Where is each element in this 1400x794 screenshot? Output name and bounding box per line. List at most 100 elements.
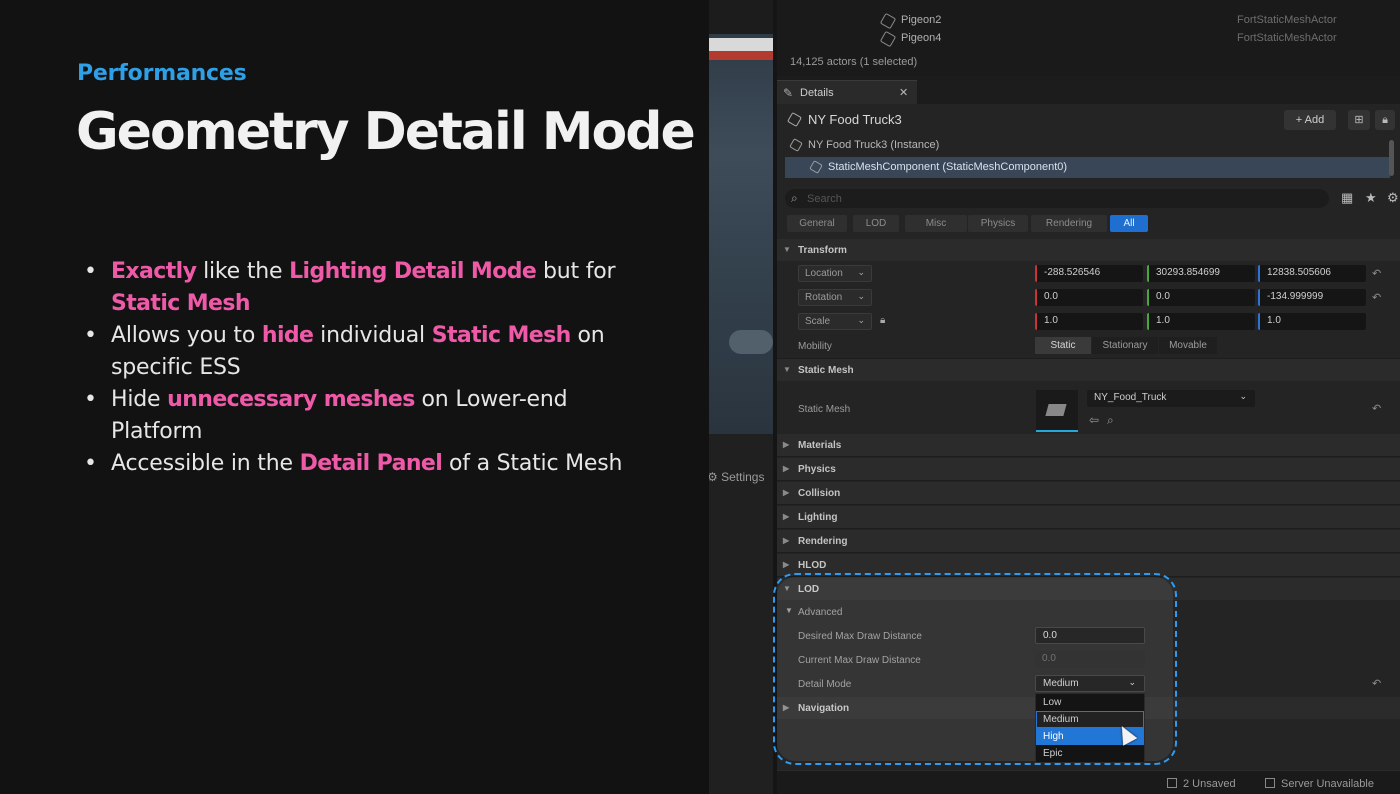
filter-general[interactable]: General bbox=[787, 215, 847, 232]
property-mobility: Mobility Static Stationary Movable bbox=[777, 334, 1400, 358]
rotation-z[interactable]: -134.999999 bbox=[1258, 289, 1366, 306]
mobility-movable[interactable]: Movable bbox=[1159, 337, 1217, 354]
detail-mode-option-low[interactable]: Low bbox=[1036, 694, 1144, 711]
section-lod[interactable]: ▼ LOD bbox=[777, 578, 1400, 600]
expand-arrow-icon: ▼ bbox=[783, 365, 791, 374]
settings-button[interactable]: ⚙ Settings bbox=[709, 470, 764, 484]
scale-y[interactable]: 1.0 bbox=[1147, 313, 1255, 330]
filter-physics[interactable]: Physics bbox=[968, 215, 1028, 232]
scale-dropdown[interactable]: Scale ⌄ bbox=[798, 313, 872, 330]
lock-icon[interactable]: 🔒︎ bbox=[1375, 110, 1395, 130]
mesh-thumbnail[interactable] bbox=[1036, 390, 1078, 432]
star-icon[interactable]: ★ bbox=[1365, 190, 1377, 206]
location-z[interactable]: 12838.505606 bbox=[1258, 265, 1366, 282]
editor-window: ⚙ Settings Pigeon2 FortStaticMeshActor P… bbox=[709, 0, 1400, 794]
bullet-item: Accessible in the Detail Panel of a Stat… bbox=[84, 448, 664, 480]
scale-z[interactable]: 1.0 bbox=[1258, 313, 1366, 330]
viewport-settings-bar: ⚙ Settings bbox=[709, 434, 773, 794]
component-row-instance[interactable]: NY Food Truck3 (Instance) bbox=[785, 135, 1390, 156]
bullet-text: but for bbox=[536, 259, 616, 284]
scale-x[interactable]: 1.0 bbox=[1035, 313, 1143, 330]
cube-icon bbox=[786, 111, 803, 128]
grid-view-icon[interactable]: ▦ bbox=[1341, 190, 1353, 206]
add-component-button[interactable]: + Add bbox=[1284, 110, 1336, 130]
reset-icon[interactable]: ↶ bbox=[1372, 291, 1381, 304]
search-icon: ⌕ bbox=[791, 191, 798, 205]
property-current-max-draw-distance: Current Max Draw Distance 0.0 bbox=[777, 648, 1400, 672]
location-x[interactable]: -288.526546 bbox=[1035, 265, 1143, 282]
highlighted-text: unnecessary meshes bbox=[167, 387, 415, 412]
chevron-down-icon: ⌄ bbox=[1239, 391, 1247, 401]
reset-icon[interactable]: ↶ bbox=[1372, 677, 1381, 690]
static-mesh-picker[interactable]: NY_Food_Truck ⌄ bbox=[1087, 390, 1255, 407]
viewport-boat bbox=[709, 38, 773, 60]
section-rendering[interactable]: ▶ Rendering bbox=[777, 530, 1400, 552]
expand-arrow-icon: ▶ bbox=[783, 440, 790, 449]
outliner-row-name: Pigeon4 bbox=[901, 32, 942, 44]
slide-panel: Performances Geometry Detail Mode Exactl… bbox=[0, 0, 709, 794]
chevron-down-icon: ⌄ bbox=[857, 267, 865, 277]
detail-mode-dropdown[interactable]: Medium ⌄ bbox=[1035, 675, 1145, 692]
outliner-row[interactable]: Pigeon4 FortStaticMeshActor bbox=[777, 30, 1400, 48]
server-status[interactable]: Server Unavailable bbox=[1265, 778, 1374, 790]
bullet-item: Allows you to hide individual Static Mes… bbox=[84, 320, 664, 384]
chevron-down-icon: ⌄ bbox=[857, 291, 865, 301]
tab-details[interactable]: ✎ Details ✕ bbox=[777, 80, 917, 104]
section-collision[interactable]: ▶ Collision bbox=[777, 482, 1400, 504]
property-static-mesh: Static Mesh NY_Food_Truck ⌄ ⇦ ⌕ ↶ bbox=[777, 382, 1400, 440]
component-row-static-mesh[interactable]: StaticMeshComponent (StaticMeshComponent… bbox=[785, 157, 1390, 178]
property-location: Location ⌄ -288.526546 30293.854699 12838… bbox=[777, 262, 1400, 286]
server-icon bbox=[1265, 778, 1275, 788]
section-transform[interactable]: ▼ Transform bbox=[777, 239, 1400, 261]
property-detail-mode: Detail Mode Medium ⌄ ↶ Low Medium High Ep… bbox=[777, 672, 1400, 763]
browse-icon[interactable]: ⌕ bbox=[1107, 413, 1114, 428]
property-scale: Scale ⌄ 🔒︎ 1.0 1.0 1.0 bbox=[777, 310, 1400, 334]
pencil-icon: ✎ bbox=[783, 86, 794, 100]
location-y[interactable]: 30293.854699 bbox=[1147, 265, 1255, 282]
filter-lod[interactable]: LOD bbox=[853, 215, 899, 232]
section-static-mesh[interactable]: ▼ Static Mesh bbox=[777, 359, 1400, 381]
filter-misc[interactable]: Misc bbox=[905, 215, 967, 232]
expand-arrow-icon: ▼ bbox=[785, 606, 793, 615]
rotation-y[interactable]: 0.0 bbox=[1147, 289, 1255, 306]
section-physics[interactable]: ▶ Physics bbox=[777, 458, 1400, 480]
bullet-text: like the bbox=[196, 259, 290, 284]
expand-arrow-icon: ▶ bbox=[783, 560, 790, 569]
mobility-static[interactable]: Static bbox=[1035, 337, 1091, 354]
rotation-x[interactable]: 0.0 bbox=[1035, 289, 1143, 306]
highlighted-text: Static Mesh bbox=[111, 291, 251, 316]
slide-eyebrow: Performances bbox=[77, 61, 247, 86]
expand-arrow-icon: ▶ bbox=[783, 464, 790, 473]
detail-mode-option-epic[interactable]: Epic bbox=[1036, 745, 1144, 762]
bullet-item: Exactly like the Lighting Detail Mode bu… bbox=[84, 256, 664, 320]
cube-icon bbox=[879, 30, 897, 48]
filter-all[interactable]: All bbox=[1110, 215, 1148, 232]
outliner-row[interactable]: Pigeon2 FortStaticMeshActor bbox=[777, 12, 1400, 30]
lock-icon[interactable]: 🔒︎ bbox=[880, 315, 885, 326]
filter-rendering[interactable]: Rendering bbox=[1031, 215, 1107, 232]
cube-icon bbox=[809, 160, 823, 174]
desired-max-draw-distance-input[interactable]: 0.0 bbox=[1035, 627, 1145, 644]
viewport[interactable] bbox=[709, 34, 773, 434]
section-lighting[interactable]: ▶ Lighting bbox=[777, 506, 1400, 528]
divider bbox=[777, 456, 1400, 457]
close-icon[interactable]: ✕ bbox=[899, 86, 908, 99]
rotation-dropdown[interactable]: Rotation ⌄ bbox=[798, 289, 872, 306]
mobility-stationary[interactable]: Stationary bbox=[1092, 337, 1158, 354]
details-search: ⌕ bbox=[785, 189, 1329, 208]
search-input[interactable] bbox=[807, 191, 1307, 206]
use-selected-icon[interactable]: ⇦ bbox=[1089, 413, 1099, 427]
current-max-draw-distance-label: Current Max Draw Distance bbox=[798, 655, 921, 666]
gear-icon[interactable]: ⚙ bbox=[1387, 190, 1399, 206]
section-hlod[interactable]: ▶ HLOD bbox=[777, 554, 1400, 576]
reset-icon[interactable]: ↶ bbox=[1372, 267, 1381, 280]
scrollbar[interactable] bbox=[1389, 140, 1394, 176]
detail-mode-label: Detail Mode bbox=[798, 679, 852, 690]
section-materials[interactable]: ▶ Materials bbox=[777, 434, 1400, 456]
reset-icon[interactable]: ↶ bbox=[1372, 402, 1381, 415]
subsection-advanced[interactable]: ▼ Advanced bbox=[777, 601, 1400, 623]
location-dropdown[interactable]: Location ⌄ bbox=[798, 265, 872, 282]
unsaved-indicator[interactable]: 2 Unsaved bbox=[1167, 778, 1236, 790]
blueprint-icon[interactable]: ⊞ bbox=[1348, 110, 1370, 130]
status-bar: 2 Unsaved Server Unavailable bbox=[777, 770, 1400, 794]
